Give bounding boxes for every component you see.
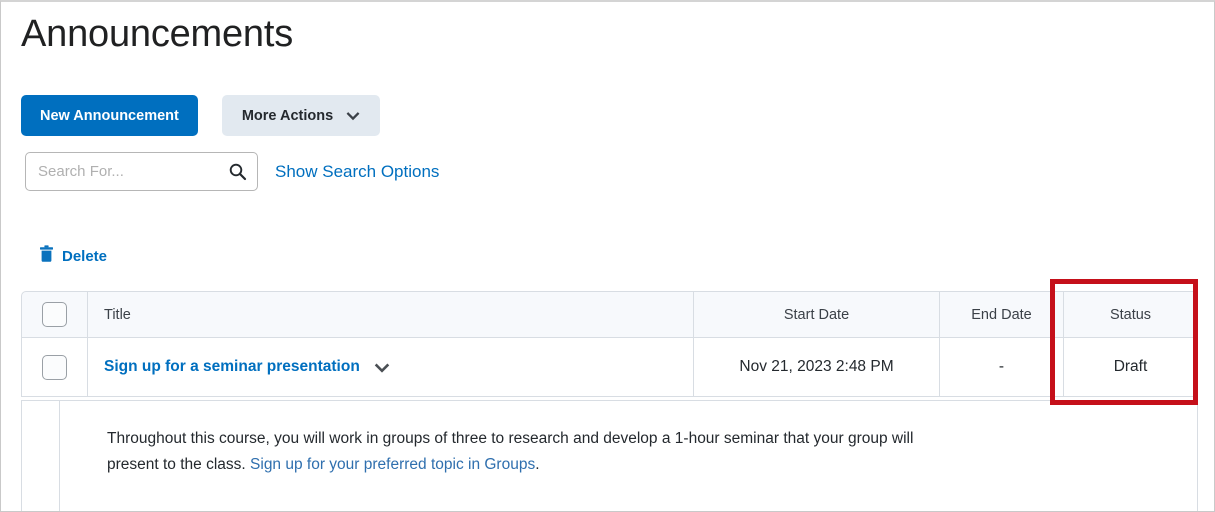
toolbar: New Announcement More Actions	[21, 95, 381, 136]
search-box[interactable]	[25, 152, 258, 191]
body-text-after-link: .	[535, 456, 540, 473]
show-search-options-link[interactable]: Show Search Options	[275, 162, 439, 182]
announcement-title-link[interactable]: Sign up for a seminar presentation	[104, 358, 360, 376]
new-announcement-button[interactable]: New Announcement	[21, 95, 198, 136]
row-status-cell: Draft	[1063, 338, 1197, 396]
row-start-date-cell: Nov 21, 2023 2:48 PM	[693, 338, 939, 396]
table-row: Sign up for a seminar presentation Nov 2…	[21, 338, 1198, 397]
announcement-body-panel: Throughout this course, you will work in…	[21, 400, 1198, 511]
more-actions-button[interactable]: More Actions	[221, 95, 381, 136]
column-header-start-date[interactable]: Start Date	[693, 292, 939, 337]
page-title: Announcements	[21, 13, 294, 55]
search-input[interactable]	[38, 163, 227, 180]
delete-button[interactable]: Delete	[39, 245, 107, 268]
trash-icon	[39, 245, 54, 268]
chevron-down-icon	[346, 109, 360, 123]
column-header-end-date[interactable]: End Date	[939, 292, 1063, 337]
select-all-checkbox[interactable]	[42, 302, 67, 327]
announcements-table: Title Start Date End Date Status Sign up…	[21, 291, 1198, 397]
table-header-row: Title Start Date End Date Status	[21, 291, 1198, 338]
row-checkbox[interactable]	[42, 354, 67, 380]
delete-label: Delete	[62, 248, 108, 265]
status-badge: Draft	[1113, 358, 1148, 375]
groups-signup-link[interactable]: Sign up for your preferred topic in Grou…	[250, 456, 535, 473]
search-row: Show Search Options	[25, 152, 439, 191]
announcement-body-text: Throughout this course, you will work in…	[107, 426, 917, 478]
row-select-cell	[22, 338, 87, 396]
row-end-date-cell: -	[939, 338, 1063, 396]
select-all-cell	[22, 292, 87, 337]
announcements-page: Announcements New Announcement More Acti…	[0, 0, 1215, 512]
search-icon[interactable]	[226, 160, 249, 184]
column-header-status[interactable]: Status	[1063, 292, 1197, 337]
more-actions-label: More Actions	[241, 107, 334, 124]
row-title-cell: Sign up for a seminar presentation	[87, 338, 693, 396]
row-chevron-down-icon[interactable]	[374, 360, 390, 374]
column-header-title[interactable]: Title	[87, 292, 693, 337]
body-panel-divider	[59, 400, 60, 511]
